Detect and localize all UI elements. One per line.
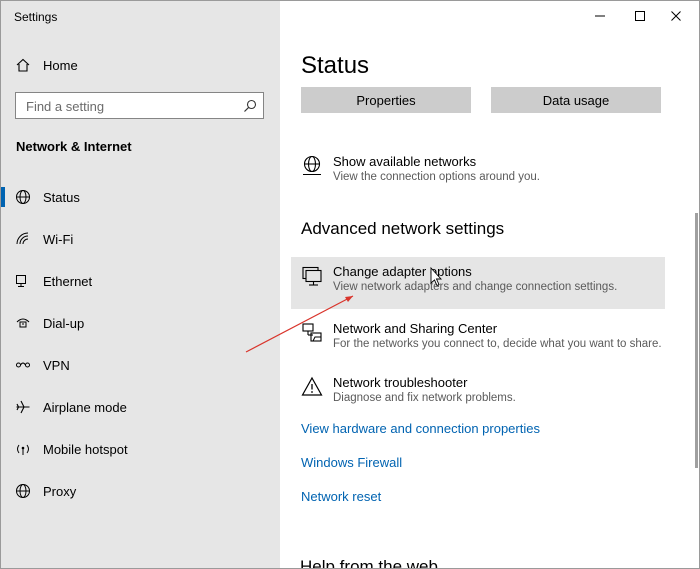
- mouse-cursor-icon: [430, 266, 443, 287]
- annotation-overlay: [245, 266, 443, 353]
- annotation-arrow: [245, 295, 354, 353]
- settings-window: Settings Home Network & Internet Status: [0, 0, 700, 569]
